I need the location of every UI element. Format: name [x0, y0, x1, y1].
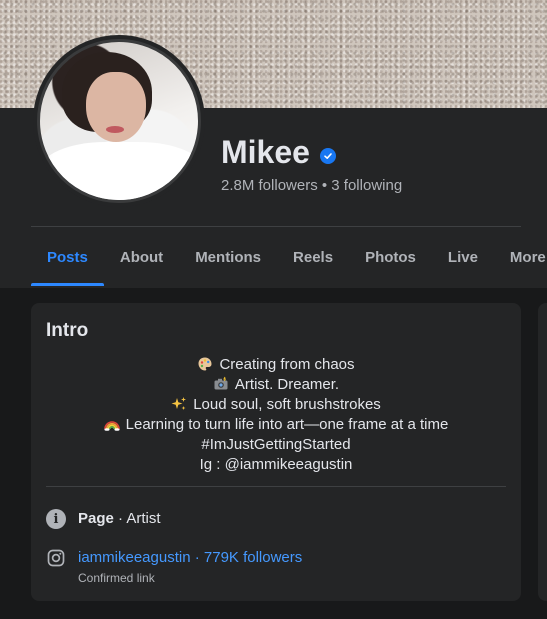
bio-line: Ig : @iammikeeagustin — [199, 456, 353, 473]
tab-label: About — [119, 248, 164, 266]
bio-line: Creating from chaos — [31, 355, 521, 375]
intro-title: Intro — [46, 320, 89, 341]
tab-label: Mentions — [195, 248, 262, 266]
page-category: Page · Artist — [78, 510, 161, 527]
bio: Creating from chaos Artist. Dreamer. Lou… — [31, 355, 521, 475]
avatar[interactable] — [37, 39, 201, 203]
confirmed-link-label: Confirmed link — [78, 571, 155, 585]
intro-card: Intro Creating from chaos Artist. Dreame… — [31, 303, 521, 601]
palette-icon — [198, 357, 212, 371]
camera-flash-icon — [214, 376, 228, 390]
bio-line: Artist. Dreamer. — [31, 375, 521, 395]
bio-line: Loud soul, soft brushstrokes — [31, 395, 521, 415]
tab-label: Live — [447, 248, 478, 266]
page-category-row: i Page · Artist — [46, 509, 161, 529]
name-row: Mikee — [221, 134, 336, 171]
tab-label: More — [509, 248, 546, 266]
tab-label: Photos — [365, 248, 416, 266]
instagram-link[interactable]: iammikeeagustin · 779K followers — [78, 548, 302, 568]
verified-badge-icon — [319, 147, 336, 164]
avatar-lips — [106, 126, 124, 133]
intro-divider — [46, 486, 506, 487]
header-divider — [31, 226, 521, 227]
rainbow-icon — [103, 421, 120, 431]
tab-posts[interactable]: Posts — [31, 228, 104, 286]
tab-label: Posts — [47, 248, 88, 266]
tab-photos[interactable]: Photos — [349, 228, 432, 286]
profile-picture[interactable] — [33, 35, 205, 207]
tab-reels[interactable]: Reels — [277, 228, 349, 286]
profile-tabs: Posts About Mentions Reels Photos Live M… — [31, 228, 547, 286]
instagram-info: iammikeeagustin · 779K followers Confirm… — [78, 548, 302, 586]
bio-line: Learning to turn life into art—one frame… — [31, 415, 521, 435]
tab-live[interactable]: Live — [432, 228, 494, 286]
tab-about[interactable]: About — [104, 228, 179, 286]
bio-line[interactable]: #ImJustGettingStarted — [31, 435, 521, 455]
avatar-foam — [40, 142, 198, 200]
tab-label: Reels — [293, 248, 334, 266]
info-icon: i — [46, 509, 66, 529]
tab-mentions[interactable]: Mentions — [179, 228, 277, 286]
profile-name: Mikee — [221, 134, 310, 170]
sparkles-icon — [171, 397, 187, 410]
instagram-icon — [46, 548, 66, 573]
instagram-row: iammikeeagustin · 779K followers Confirm… — [46, 548, 302, 586]
follow-stats[interactable]: 2.8M followers • 3 following — [221, 177, 402, 194]
right-column-card — [538, 303, 547, 601]
tab-more[interactable]: More ▼ — [494, 228, 547, 286]
